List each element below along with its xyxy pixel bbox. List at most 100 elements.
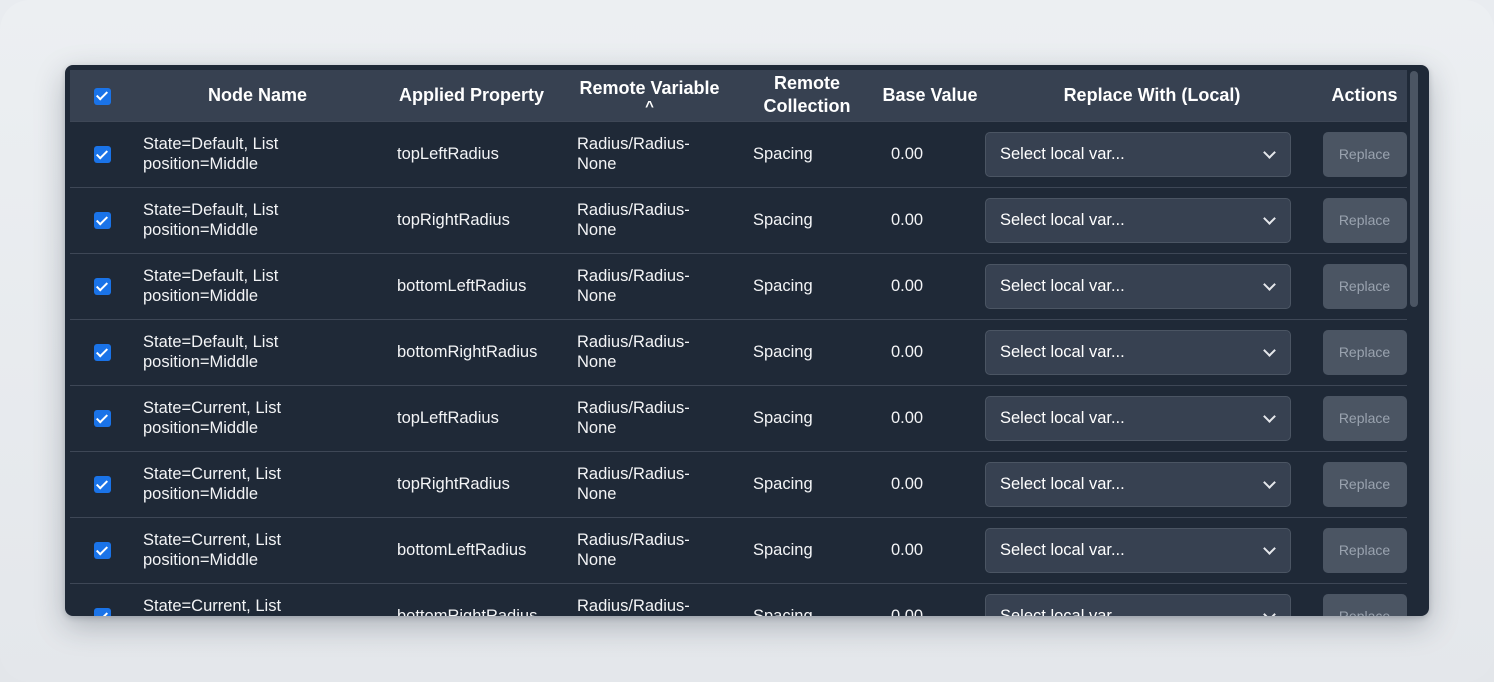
replace-with-cell: Select local var... (982, 385, 1322, 451)
local-variable-select[interactable]: Select local var... (985, 197, 1291, 243)
table-body: State=Default, List position=Middle topL… (70, 121, 1407, 616)
node-name-cell: State=Default, List position=Middle (143, 333, 279, 371)
select-all-checkbox[interactable] (94, 87, 111, 105)
column-header-applied-property[interactable]: Applied Property (380, 70, 563, 121)
table-row: State=Current, List position=Middle topL… (70, 385, 1407, 451)
column-header-remote-variable-label: Remote Variable (579, 78, 720, 99)
applied-property-cell: bottomLeftRadius (397, 541, 527, 559)
replace-button[interactable]: Replace (1322, 527, 1407, 573)
chevron-down-icon (1263, 343, 1276, 357)
local-variable-select-value: Select local var... (1000, 211, 1125, 229)
replace-with-cell: Select local var... (982, 319, 1322, 385)
chevron-down-icon (1263, 607, 1276, 616)
chevron-down-icon (1263, 145, 1276, 159)
applied-property-cell: topRightRadius (397, 475, 510, 493)
actions-cell: Replace (1322, 517, 1407, 583)
replace-button[interactable]: Replace (1322, 263, 1407, 309)
local-variable-select[interactable]: Select local var... (985, 527, 1291, 573)
row-checkbox[interactable] (94, 608, 111, 616)
base-value-cell: 0.00 (891, 145, 924, 163)
remote-collection-cell: Spacing (753, 211, 813, 229)
column-header-actions: Actions (1331, 84, 1398, 105)
node-name-cell: State=Current, List position=Middle (143, 399, 282, 437)
replace-button[interactable]: Replace (1322, 197, 1407, 243)
chevron-down-icon (1263, 211, 1276, 225)
replace-button[interactable]: Replace (1322, 329, 1407, 375)
remote-variable-cell: Radius/Radius-None (577, 597, 690, 616)
remote-variable-cell: Radius/Radius-None (577, 201, 690, 239)
base-value-cell: 0.00 (891, 541, 924, 559)
table-row: State=Default, List position=Middle bott… (70, 319, 1407, 385)
column-header-remote-collection[interactable]: Remote Collection (736, 70, 878, 121)
local-variable-select[interactable]: Select local var... (985, 461, 1291, 507)
base-value-cell: 0.00 (891, 211, 924, 229)
applied-property-cell: topLeftRadius (397, 145, 499, 163)
column-header-replace-with[interactable]: Replace With (Local) (982, 70, 1322, 121)
local-variable-select[interactable]: Select local var... (985, 263, 1291, 309)
remote-collection-cell: Spacing (753, 409, 813, 427)
variables-table: Node Name Applied Property Remote Variab… (70, 70, 1407, 616)
actions-cell: Replace (1322, 583, 1407, 616)
local-variable-select-value: Select local var... (1000, 409, 1125, 427)
node-name-cell: State=Default, List position=Middle (143, 201, 279, 239)
row-checkbox[interactable] (94, 410, 111, 428)
remote-collection-cell: Spacing (753, 541, 813, 559)
node-name-cell: State=Default, List position=Middle (143, 267, 279, 305)
replace-button[interactable]: Replace (1322, 461, 1407, 507)
chevron-down-icon (1263, 475, 1276, 489)
vertical-scrollbar[interactable] (1408, 70, 1419, 616)
row-checkbox[interactable] (94, 278, 111, 296)
replace-button[interactable]: Replace (1322, 395, 1407, 441)
actions-cell: Replace (1322, 187, 1407, 253)
chevron-down-icon (1263, 277, 1276, 291)
table-header-row: Node Name Applied Property Remote Variab… (70, 70, 1407, 121)
replace-with-cell: Select local var... (982, 121, 1322, 187)
scrollbar-thumb[interactable] (1410, 71, 1418, 307)
node-name-cell: State=Current, List position=Middle (143, 531, 282, 569)
header-select-cell (70, 70, 135, 121)
table-scroll-area[interactable]: Node Name Applied Property Remote Variab… (70, 70, 1407, 616)
local-variable-select-value: Select local var... (1000, 145, 1125, 163)
remote-variable-cell: Radius/Radius-None (577, 267, 690, 305)
actions-cell: Replace (1322, 385, 1407, 451)
actions-cell: Replace (1322, 121, 1407, 187)
node-name-cell: State=Current, List position=Middle (143, 465, 282, 503)
replace-with-cell: Select local var... (982, 187, 1322, 253)
local-variable-select[interactable]: Select local var... (985, 395, 1291, 441)
row-checkbox[interactable] (94, 476, 111, 494)
replace-button[interactable]: Replace (1322, 593, 1407, 616)
replace-with-cell: Select local var... (982, 583, 1322, 616)
table-row: State=Current, List position=Middle topR… (70, 451, 1407, 517)
applied-property-cell: bottomRightRadius (397, 343, 538, 361)
row-select-cell (70, 583, 135, 616)
remote-collection-cell: Spacing (753, 343, 813, 361)
row-select-cell (70, 253, 135, 319)
actions-cell: Replace (1322, 319, 1407, 385)
row-select-cell (70, 187, 135, 253)
column-header-node-name[interactable]: Node Name (135, 70, 380, 121)
variable-replacement-panel: Node Name Applied Property Remote Variab… (65, 65, 1429, 616)
table-row: State=Current, List position=Middle bott… (70, 583, 1407, 616)
row-select-cell (70, 121, 135, 187)
remote-variable-cell: Radius/Radius-None (577, 531, 690, 569)
local-variable-select[interactable]: Select local var... (985, 131, 1291, 177)
applied-property-cell: topLeftRadius (397, 409, 499, 427)
remote-collection-cell: Spacing (753, 145, 813, 163)
applied-property-cell: bottomLeftRadius (397, 277, 527, 295)
row-checkbox[interactable] (94, 146, 111, 164)
applied-property-cell: bottomRightRadius (380, 583, 563, 616)
row-checkbox[interactable] (94, 212, 111, 230)
remote-variable-cell: Radius/Radius-None (577, 399, 690, 437)
base-value-cell: 0.00 (891, 277, 924, 295)
row-checkbox[interactable] (94, 542, 111, 560)
column-header-base-value[interactable]: Base Value (878, 70, 982, 121)
column-header-remote-variable[interactable]: Remote Variable ^ (563, 70, 736, 121)
replace-button[interactable]: Replace (1322, 131, 1407, 177)
row-checkbox[interactable] (94, 344, 111, 362)
table-row: State=Default, List position=Middle topL… (70, 121, 1407, 187)
sort-ascending-icon[interactable]: ^ (563, 99, 736, 114)
local-variable-select-value: Select local var... (1000, 277, 1125, 295)
table-row: State=Default, List position=Middle topR… (70, 187, 1407, 253)
local-variable-select[interactable]: Select local var... (985, 593, 1291, 616)
local-variable-select[interactable]: Select local var... (985, 329, 1291, 375)
